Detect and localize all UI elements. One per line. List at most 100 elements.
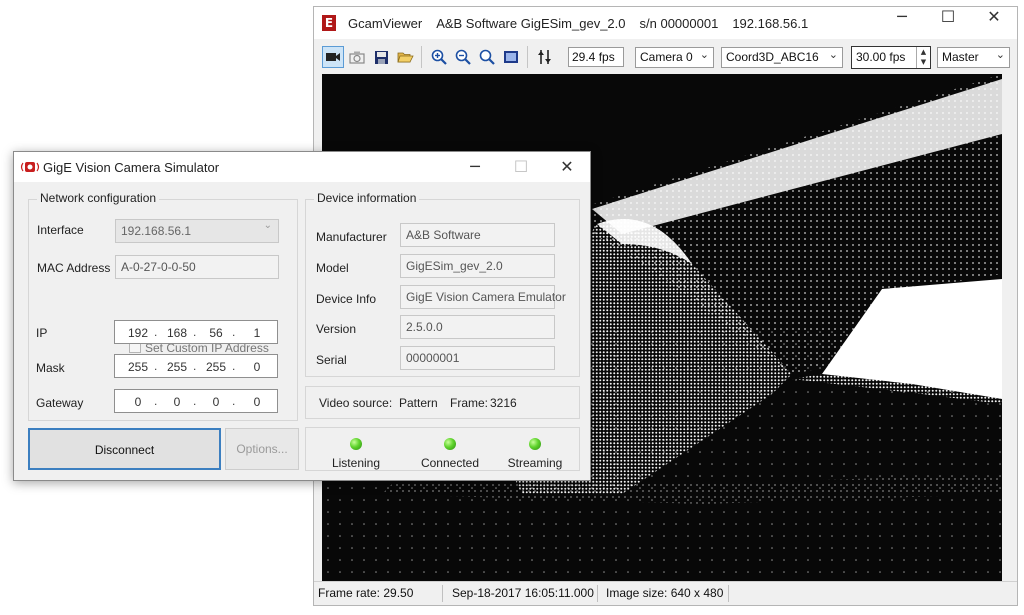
streaming-label: Streaming <box>507 456 563 470</box>
toolbar-separator <box>527 46 528 68</box>
pixel-format-value: Coord3D_ABC16 <box>726 50 819 64</box>
toolbar-separator <box>421 46 422 68</box>
status-divider <box>442 585 443 602</box>
gateway-dot: . <box>154 394 158 408</box>
gateway-dot: . <box>193 394 197 408</box>
mask-octet[interactable]: 255 <box>123 360 153 374</box>
zoom-out-icon[interactable] <box>452 46 474 68</box>
status-timestamp: Sep-18-2017 16:05:11.000 <box>452 586 594 600</box>
ip-address-input[interactable]: 192 . 168 . 56 . 1 <box>114 320 278 344</box>
pixel-format-select[interactable]: Coord3D_ABC16 ⌄ <box>721 47 843 68</box>
spin-arrows-icon[interactable]: ▲ ▼ <box>916 47 930 68</box>
status-frame-rate: Frame rate: 29.50 <box>318 586 414 600</box>
simulator-titlebar[interactable]: GigE Vision Camera Simulator ─ ☐ ✕ <box>14 152 590 182</box>
mask-octet[interactable]: 255 <box>162 360 192 374</box>
model-field: GigESim_gev_2.0 <box>400 254 555 278</box>
video-source-group: Video source: Pattern Frame: 3216 <box>305 386 580 419</box>
camera-icon[interactable] <box>322 46 344 68</box>
frame-rate-spinner[interactable]: 30.00 fps ▲ ▼ <box>851 46 931 69</box>
chevron-down-icon: ⌄ <box>699 48 709 61</box>
minimize-button[interactable]: ─ <box>879 7 925 39</box>
title-ip: 192.168.56.1 <box>732 16 809 31</box>
device-group-title: Device information <box>314 191 420 205</box>
video-source-value: Pattern <box>399 396 438 410</box>
gateway-octet[interactable]: 0 <box>201 395 231 409</box>
ip-octet[interactable]: 56 <box>201 326 231 340</box>
zoom-in-icon[interactable] <box>428 46 450 68</box>
gcamviewer-logo-icon: E <box>322 15 336 31</box>
status-bar: Frame rate: 29.50 Sep-18-2017 16:05:11.0… <box>314 581 1017 605</box>
chevron-down-icon: ⌄ <box>828 48 838 61</box>
video-source-label: Video source: <box>319 396 393 410</box>
close-button[interactable]: ✕ <box>544 152 590 182</box>
device-information-group: Device information Manufacturer A&B Soft… <box>305 191 580 377</box>
ip-dot: . <box>154 325 158 339</box>
gateway-octet[interactable]: 0 <box>162 395 192 409</box>
adjust-icon[interactable] <box>534 46 556 68</box>
camera-select[interactable]: Camera 0 ⌄ <box>635 47 714 68</box>
mode-select-value: Master <box>942 50 979 64</box>
ip-label: IP <box>36 326 48 340</box>
maximize-button: ☐ <box>513 157 529 176</box>
close-button[interactable]: ✕ <box>971 7 1017 39</box>
save-icon[interactable] <box>370 46 392 68</box>
disconnect-button[interactable]: Disconnect <box>28 428 221 470</box>
streaming-indicator-icon <box>529 438 541 450</box>
frame-rate-value: 30.00 fps <box>856 50 906 64</box>
gcamviewer-toolbar: 29.4 fps Camera 0 ⌄ Coord3D_ABC16 ⌄ 30.0… <box>314 40 1017 74</box>
version-label: Version <box>316 322 357 336</box>
gateway-octet[interactable]: 0 <box>242 395 272 409</box>
gateway-octet[interactable]: 0 <box>123 395 153 409</box>
ip-dot: . <box>193 325 197 339</box>
ip-dot: . <box>232 325 236 339</box>
gcamviewer-titlebar[interactable]: E GcamViewer A&B Software GigESim_gev_2.0… <box>314 7 1017 39</box>
frame-label: Frame: <box>450 396 489 410</box>
model-label: Model <box>316 261 349 275</box>
snapshot-icon[interactable] <box>346 46 368 68</box>
status-divider <box>728 585 729 602</box>
mask-dot: . <box>193 359 197 373</box>
options-button: Options... <box>225 428 299 470</box>
ip-octet[interactable]: 168 <box>162 326 192 340</box>
mask-dot: . <box>232 359 236 373</box>
mask-octet[interactable]: 0 <box>242 360 272 374</box>
mask-label: Mask <box>36 361 65 375</box>
listening-label: Listening <box>331 456 381 470</box>
ip-octet[interactable]: 1 <box>242 326 272 340</box>
chevron-down-icon: ⌄ <box>995 48 1005 61</box>
status-divider <box>597 585 598 602</box>
zoom-fit-icon[interactable] <box>476 46 498 68</box>
gateway-label: Gateway <box>36 396 84 410</box>
connected-label: Connected <box>420 456 480 470</box>
frame-counter: 3216 <box>490 396 517 410</box>
camera-simulator-window: GigE Vision Camera Simulator ─ ☐ ✕ Netwo… <box>13 151 591 481</box>
title-serial: s/n 00000001 <box>639 16 719 31</box>
mask-dot: . <box>154 359 158 373</box>
maximize-button[interactable]: ☐ <box>925 7 971 39</box>
minimize-button[interactable]: ─ <box>452 152 498 182</box>
device-info-label: Device Info <box>316 292 377 306</box>
gcamviewer-title: GcamViewer A&B Software GigESim_gev_2.0 s/… <box>348 16 822 31</box>
network-configuration-group: Network configuration Interface 192.168.… <box>28 191 298 421</box>
serial-field: 00000001 <box>400 346 555 370</box>
version-field: 2.5.0.0 <box>400 315 555 339</box>
mode-select[interactable]: Master ⌄ <box>937 47 1010 68</box>
manufacturer-field: A&B Software <box>400 223 555 247</box>
listening-indicator-icon <box>350 438 362 450</box>
manufacturer-label: Manufacturer <box>316 230 387 244</box>
status-indicators-group: Listening Connected Streaming <box>305 427 580 471</box>
camera-select-value: Camera 0 <box>640 50 693 64</box>
interface-value: 192.168.56.1 <box>121 224 192 238</box>
simulator-title: GigE Vision Camera Simulator <box>43 160 220 175</box>
mac-address-field: A-0-27-0-0-50 <box>115 255 279 279</box>
mask-input[interactable]: 255 . 255 . 255 . 0 <box>114 354 278 378</box>
display-icon[interactable] <box>500 46 522 68</box>
status-image-size: Image size: 640 x 480 <box>606 586 724 600</box>
mask-octet[interactable]: 255 <box>201 360 231 374</box>
gateway-input[interactable]: 0 . 0 . 0 . 0 <box>114 389 278 413</box>
serial-label: Serial <box>316 353 347 367</box>
camera-app-icon <box>20 162 40 172</box>
ip-octet[interactable]: 192 <box>123 326 153 340</box>
fps-readout: 29.4 fps <box>568 47 624 67</box>
open-folder-icon[interactable] <box>394 46 416 68</box>
